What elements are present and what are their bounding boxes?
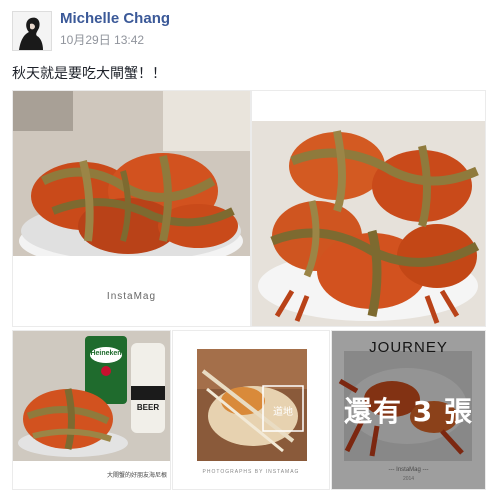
more-photos-overlay[interactable]: 還有 3 張 xyxy=(332,331,485,489)
crab-tied-illustration xyxy=(252,91,485,326)
post-text: 秋天就是要吃大閘蟹！！ xyxy=(12,65,166,81)
photo-caption: PHOTOGRAPHS BY INSTAMAG xyxy=(202,469,300,475)
more-photos-label: 還有 3 張 xyxy=(344,395,473,428)
post-timestamp[interactable]: 10月29日 13:42 xyxy=(60,31,144,48)
can-label: Heineken xyxy=(90,350,122,357)
crab-meat-illustration xyxy=(173,331,329,489)
photo-caption: InstaMag xyxy=(106,291,157,302)
photo-crab-beer[interactable]: Heineken BEER 大閘蟹的好朋友海尼根 xyxy=(12,330,171,490)
photo-crab-meat[interactable]: 道地 PHOTOGRAPHS BY INSTAMAG xyxy=(172,330,330,490)
author-name[interactable]: Michelle Chang xyxy=(60,10,170,27)
photo-more[interactable]: JOURNEY --- InstaMag --- 2014 還有 3 張 xyxy=(331,330,486,490)
photo-overlay-text: 道地 xyxy=(273,407,293,418)
photo-caption: 大閘蟹的好朋友海尼根 xyxy=(106,473,167,479)
avatar[interactable] xyxy=(12,11,52,51)
photo-crabs-tied[interactable] xyxy=(251,90,486,327)
photo-crabs-bowl[interactable]: InstaMag xyxy=(12,90,251,327)
bottle-label: BEER xyxy=(136,403,160,412)
